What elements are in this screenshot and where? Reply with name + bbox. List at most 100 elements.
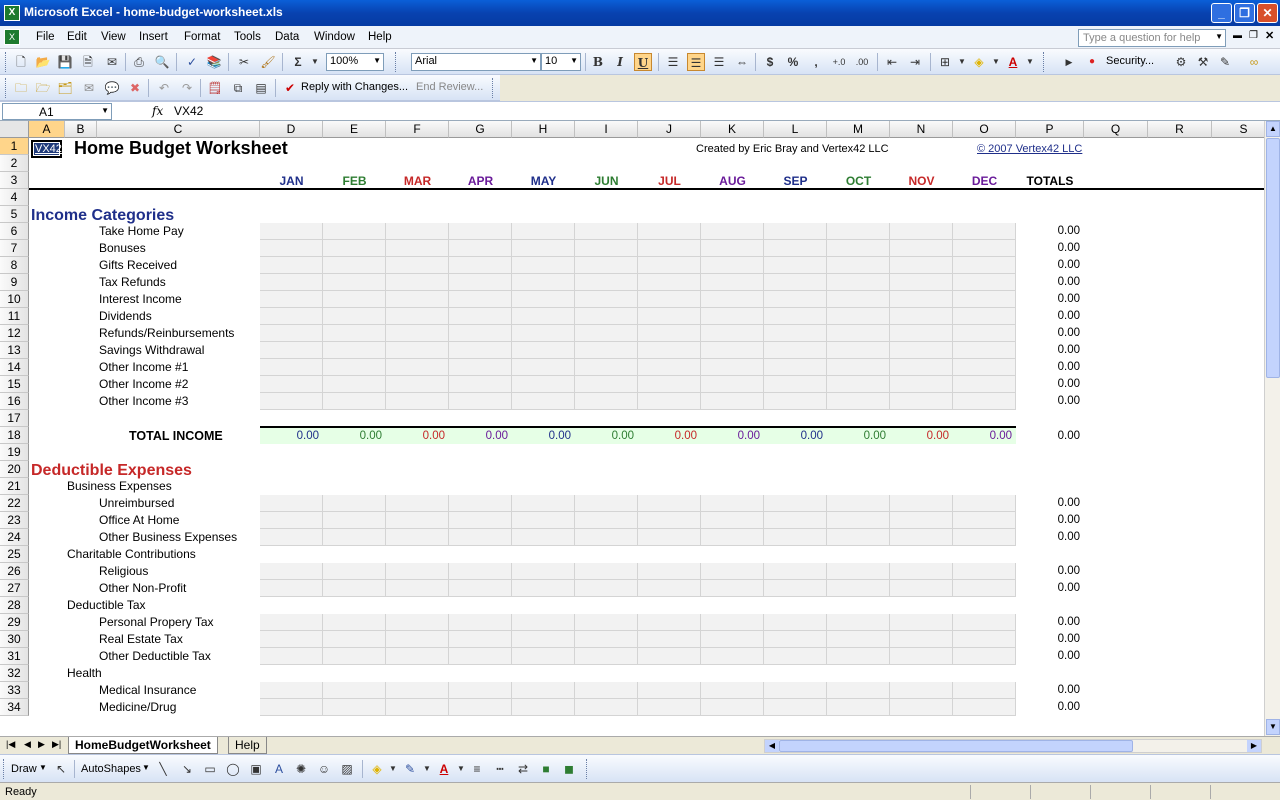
- input-cell[interactable]: [449, 580, 512, 597]
- input-cell[interactable]: [386, 257, 449, 274]
- input-cell[interactable]: [260, 223, 323, 240]
- input-cell[interactable]: [512, 308, 575, 325]
- chevron-down-icon[interactable]: ▼: [306, 53, 324, 71]
- zoom-select[interactable]: 100% ▼: [326, 53, 384, 71]
- underline-icon[interactable]: U: [634, 53, 652, 71]
- input-cell[interactable]: [386, 223, 449, 240]
- input-cell[interactable]: [575, 359, 638, 376]
- input-cell[interactable]: [323, 223, 386, 240]
- merge-center-icon[interactable]: ⇔: [733, 53, 751, 71]
- input-cell[interactable]: [827, 682, 890, 699]
- column-header-b[interactable]: B: [65, 121, 97, 138]
- input-cell[interactable]: [890, 393, 953, 410]
- input-cell[interactable]: [449, 376, 512, 393]
- workbook-icon[interactable]: X: [4, 29, 20, 45]
- input-cell[interactable]: [890, 240, 953, 257]
- input-cell[interactable]: [638, 291, 701, 308]
- textbox-icon[interactable]: ▣: [247, 760, 265, 778]
- input-cell[interactable]: [575, 682, 638, 699]
- input-cell[interactable]: [953, 563, 1016, 580]
- input-cell[interactable]: [260, 563, 323, 580]
- copyright-link[interactable]: © 2007 Vertex42 LLC: [977, 141, 1082, 158]
- delete-comment-icon[interactable]: ✖: [126, 79, 144, 97]
- show-all-icon[interactable]: ⧉: [229, 79, 247, 97]
- input-cell[interactable]: [323, 512, 386, 529]
- input-cell[interactable]: [764, 342, 827, 359]
- input-cell[interactable]: [953, 223, 1016, 240]
- draw-menu-button[interactable]: Draw: [11, 763, 37, 775]
- chevron-down-icon[interactable]: ▼: [953, 53, 971, 71]
- permission-icon[interactable]: 🗎: [79, 53, 97, 71]
- tab-homebudgetworksheet[interactable]: HomeBudgetWorksheet: [68, 737, 218, 754]
- input-cell[interactable]: [449, 325, 512, 342]
- input-cell[interactable]: [512, 648, 575, 665]
- input-cell[interactable]: [890, 682, 953, 699]
- increase-indent-icon[interactable]: ⇥: [906, 53, 924, 71]
- input-cell[interactable]: [512, 393, 575, 410]
- input-cell[interactable]: [764, 648, 827, 665]
- input-cell[interactable]: [638, 682, 701, 699]
- input-cell[interactable]: [386, 529, 449, 546]
- input-cell[interactable]: [764, 376, 827, 393]
- vertex42-logo[interactable]: VX42: [31, 140, 62, 158]
- decrease-indent-icon[interactable]: ⇤: [883, 53, 901, 71]
- input-cell[interactable]: [638, 563, 701, 580]
- toolbar-grip[interactable]: [3, 759, 6, 779]
- menu-tools[interactable]: Tools: [234, 31, 261, 43]
- input-cell[interactable]: [764, 563, 827, 580]
- input-cell[interactable]: [323, 631, 386, 648]
- currency-icon[interactable]: $: [761, 53, 779, 71]
- input-cell[interactable]: [827, 529, 890, 546]
- input-cell[interactable]: [260, 393, 323, 410]
- redo-icon[interactable]: ↷: [178, 79, 196, 97]
- row-header-30[interactable]: 30: [0, 631, 29, 648]
- input-cell[interactable]: [638, 699, 701, 716]
- autosum-icon[interactable]: Σ: [289, 53, 307, 71]
- input-cell[interactable]: [638, 631, 701, 648]
- input-cell[interactable]: [953, 274, 1016, 291]
- align-left-icon[interactable]: ☰: [664, 53, 682, 71]
- font-color-icon[interactable]: A: [1004, 53, 1022, 71]
- new-icon[interactable]: 🗋: [12, 53, 30, 71]
- email-icon[interactable]: ✉: [103, 53, 121, 71]
- input-cell[interactable]: [512, 580, 575, 597]
- input-cell[interactable]: [953, 342, 1016, 359]
- line-color-icon[interactable]: ✎: [401, 760, 419, 778]
- input-cell[interactable]: [953, 495, 1016, 512]
- row-header-17[interactable]: 17: [0, 410, 29, 427]
- input-cell[interactable]: [890, 614, 953, 631]
- input-cell[interactable]: [638, 376, 701, 393]
- row-header-4[interactable]: 4: [0, 189, 29, 206]
- input-cell[interactable]: [890, 308, 953, 325]
- input-cell[interactable]: [575, 495, 638, 512]
- font-size-select[interactable]: 10 ▼: [541, 53, 581, 71]
- input-cell[interactable]: [386, 393, 449, 410]
- input-cell[interactable]: [323, 359, 386, 376]
- worksheet-grid[interactable]: A B C D E F G H I J K L M N O P Q R S 1 2 3 4 5 6 7 8 9 10 11 12 13 14 15…: [0, 121, 1264, 736]
- row-header-11[interactable]: 11: [0, 308, 29, 325]
- column-header-i[interactable]: I: [575, 121, 638, 138]
- column-header-c[interactable]: C: [97, 121, 260, 138]
- input-cell[interactable]: [449, 257, 512, 274]
- input-cell[interactable]: [701, 240, 764, 257]
- row-header-25[interactable]: 25: [0, 546, 29, 563]
- row-header-22[interactable]: 22: [0, 495, 29, 512]
- input-cell[interactable]: [764, 580, 827, 597]
- picture-icon[interactable]: ▨: [338, 760, 356, 778]
- input-cell[interactable]: [701, 512, 764, 529]
- input-cell[interactable]: [449, 495, 512, 512]
- font-select[interactable]: Arial ▼: [411, 53, 541, 71]
- input-cell[interactable]: [575, 240, 638, 257]
- chevron-down-icon[interactable]: ▼: [1021, 53, 1039, 71]
- input-cell[interactable]: [575, 563, 638, 580]
- row-header-20[interactable]: 20: [0, 461, 29, 478]
- print-preview-icon[interactable]: 🔍: [153, 53, 171, 71]
- input-cell[interactable]: [827, 342, 890, 359]
- input-cell[interactable]: [827, 648, 890, 665]
- decrease-decimal-icon[interactable]: .00: [853, 53, 871, 71]
- input-cell[interactable]: [386, 495, 449, 512]
- input-cell[interactable]: [260, 495, 323, 512]
- input-cell[interactable]: [575, 223, 638, 240]
- cut-icon[interactable]: ✂: [235, 53, 253, 71]
- input-cell[interactable]: [449, 699, 512, 716]
